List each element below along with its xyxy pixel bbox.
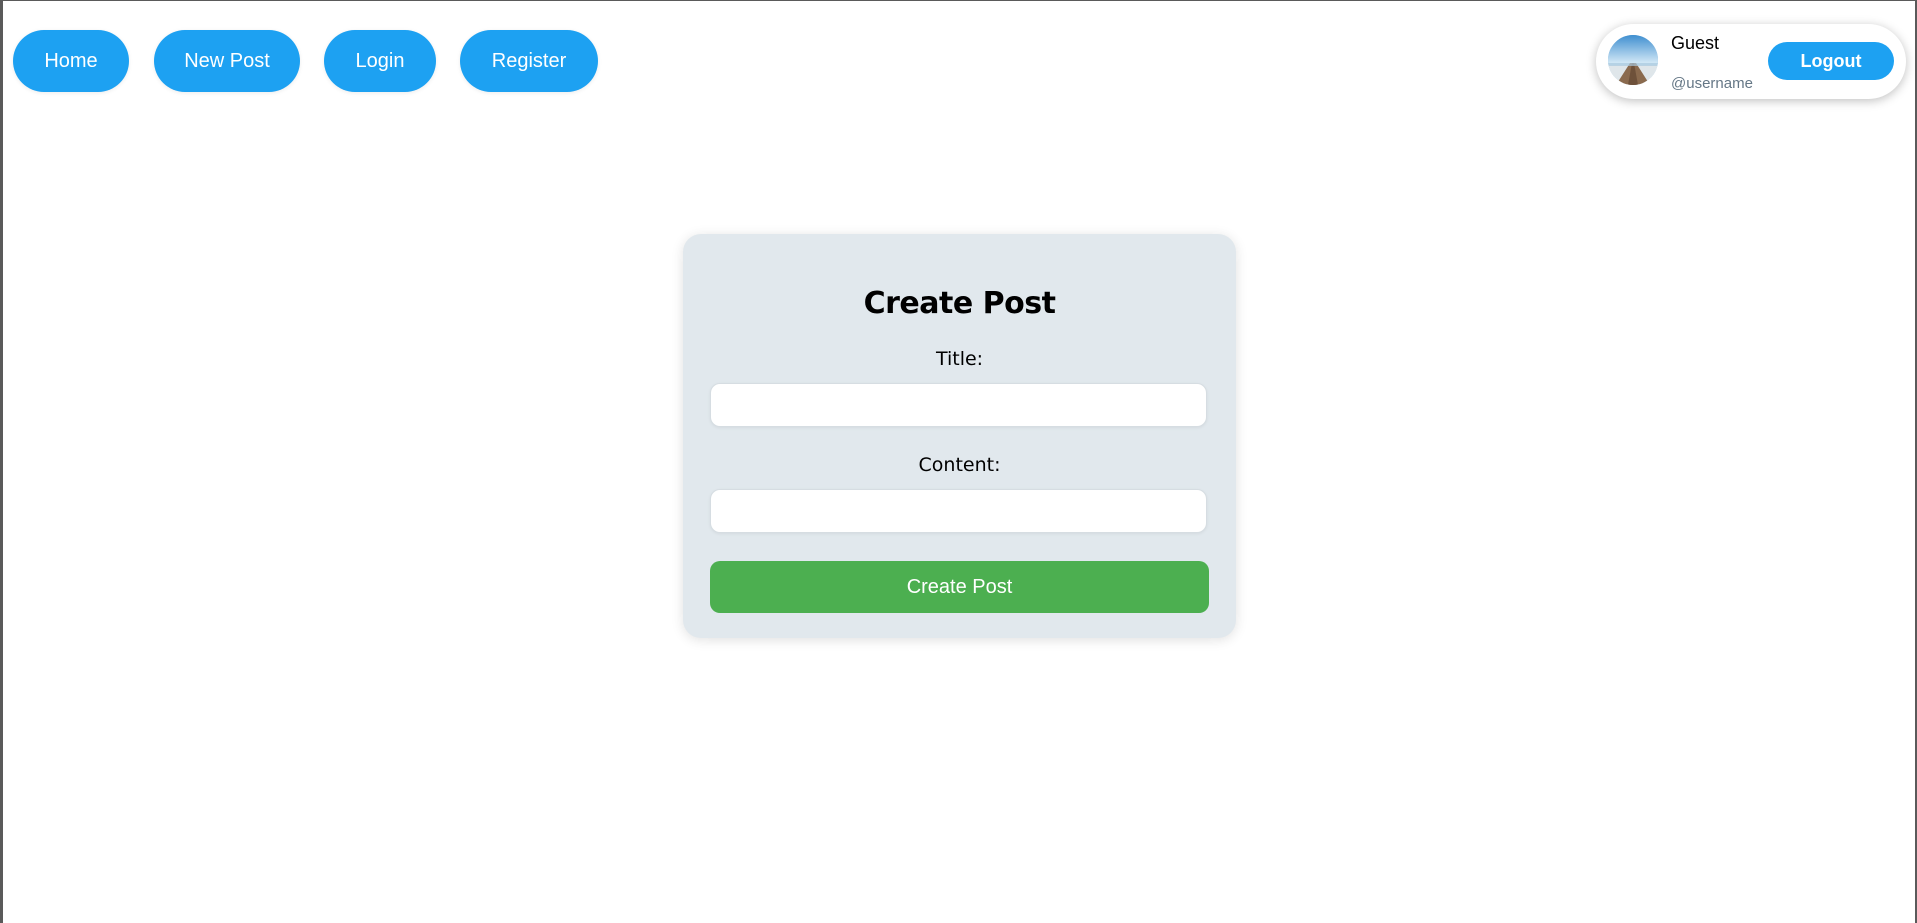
- new-post-button[interactable]: New Post: [154, 30, 300, 92]
- login-button[interactable]: Login: [324, 30, 436, 92]
- title-label: Title:: [935, 348, 984, 370]
- page-viewport: Home New Post Login Register Guest @user…: [3, 1, 1915, 923]
- logout-button[interactable]: Logout: [1768, 42, 1894, 80]
- register-button[interactable]: Register: [460, 30, 598, 92]
- user-handle: @username: [1671, 75, 1753, 92]
- title-input[interactable]: [710, 383, 1207, 427]
- home-button[interactable]: Home: [13, 30, 129, 92]
- content-label: Content:: [918, 454, 1001, 476]
- user-profile-card: Guest @username Logout: [1596, 24, 1906, 99]
- content-input[interactable]: [710, 489, 1207, 533]
- avatar[interactable]: [1608, 35, 1658, 85]
- create-post-button[interactable]: Create Post: [710, 561, 1209, 613]
- avatar-photo-icon: [1608, 35, 1658, 85]
- user-name: Guest: [1671, 33, 1720, 53]
- create-post-form: Create Post Title: Content: Create Post: [683, 234, 1236, 638]
- form-heading: Create Post: [863, 286, 1056, 321]
